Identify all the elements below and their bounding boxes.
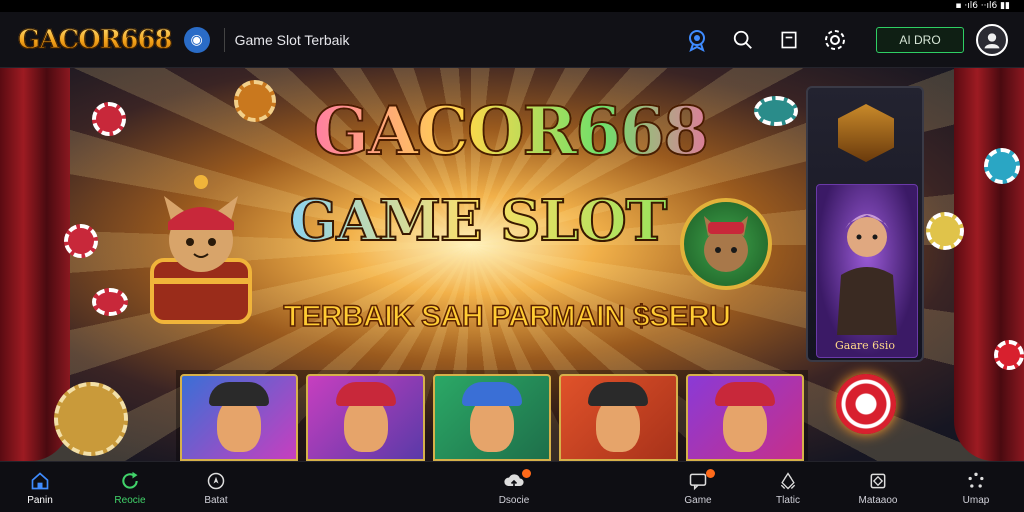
banner-title: GACOR668: [280, 88, 740, 174]
page-subtitle: Game Slot Terbaik: [234, 31, 350, 48]
notification-badge: [706, 469, 715, 478]
casino-chip-decoration: [984, 148, 1020, 184]
casino-chip-decoration: [92, 288, 128, 316]
bottom-navigation: Panin Reocie Batat Dsocie Game Tlatic Mataaoo U…: [0, 461, 1024, 512]
red-chip-icon: [836, 374, 896, 434]
login-button[interactable]: AI DRO: [876, 27, 964, 53]
featured-game-label: Gaare 6sio: [835, 339, 895, 352]
nav-item-mataaoo[interactable]: Mataaoo: [842, 462, 914, 512]
nav-item-reocie[interactable]: Reocie: [94, 462, 166, 512]
casino-chip-decoration: [754, 96, 798, 126]
game-thumbnail-card[interactable]: [559, 374, 678, 461]
nav-item-dsocie[interactable]: Dsocie: [478, 462, 550, 512]
game-thumbnail-card[interactable]: [432, 374, 552, 461]
banner-tagline: TERBAIK SAH PARMAIN $SERU: [283, 299, 732, 334]
featured-game-card[interactable]: Gaare 6sio: [806, 86, 924, 362]
nav-item-label: Tlatic: [776, 494, 800, 506]
nav-item-game[interactable]: Game: [662, 462, 734, 512]
nav-item-label: Game: [684, 494, 712, 506]
refresh-icon: [119, 470, 141, 492]
casino-chip-decoration: [64, 224, 98, 258]
game-thumbnail-card[interactable]: [180, 374, 299, 461]
character-hat: [335, 382, 396, 406]
system-status-bar: ▪ ·ıl6 ··ıl6 ▮▮: [0, 0, 1024, 12]
nav-item-label: Panin: [27, 494, 53, 506]
nav-item-label: Mataaoo: [858, 494, 898, 506]
shield-emblem-icon: [838, 104, 894, 162]
casino-chip-decoration: [926, 212, 964, 250]
game-thumbnail-card[interactable]: [306, 374, 425, 461]
bookmark-icon[interactable]: [771, 22, 807, 58]
nav-item-label: Umap: [962, 494, 990, 506]
casino-chip-decoration: [92, 102, 126, 136]
nav-item-umap[interactable]: Umap: [940, 462, 1012, 512]
casino-chip-decoration: [994, 340, 1024, 370]
globe-icon[interactable]: ◉: [183, 26, 210, 53]
search-icon[interactable]: [725, 22, 761, 58]
character-hat: [588, 382, 649, 406]
nav-item-label: Reocie: [114, 494, 146, 506]
cat-mascot-image: [140, 174, 262, 326]
warrior-character-image: [816, 184, 918, 358]
settings-icon[interactable]: [817, 22, 853, 58]
nav-item-batat[interactable]: Batat: [180, 462, 252, 512]
site-logo[interactable]: GACOR668: [18, 24, 174, 55]
recycle-icon: [777, 470, 799, 492]
header-divider: [223, 27, 225, 52]
hero-banner[interactable]: GACOR668 GAME SLOT TERBAIK SAH PARMAIN $…: [0, 68, 1024, 461]
character-hat: [209, 382, 270, 406]
notification-badge: [522, 469, 531, 478]
nav-item-label: Batat: [204, 494, 228, 506]
character-hat: [714, 382, 775, 406]
banner-subtitle: GAME SLOT: [268, 186, 688, 256]
header-actions: AI DRO: [674, 12, 1024, 68]
nav-item-tlatic[interactable]: Tlatic: [752, 462, 824, 512]
layers-icon: [867, 470, 889, 492]
award-icon[interactable]: [679, 22, 715, 58]
casino-chip-decoration: [234, 80, 276, 122]
game-thumbnails-row: [176, 370, 808, 461]
dots-circle-icon: [965, 470, 987, 492]
home-icon: [29, 470, 51, 492]
cat-emblem-image: [680, 198, 772, 290]
user-avatar[interactable]: [976, 24, 1008, 56]
compass-icon: [205, 470, 227, 492]
casino-chip-decoration: [54, 382, 128, 456]
header-bar: GACOR668 ◉ Game Slot Terbaik AI DRO: [0, 12, 1024, 68]
status-bar-text: ▪ ·ıl6 ··ıl6 ▮▮: [955, 1, 1010, 11]
nav-item-panin[interactable]: Panin: [4, 462, 76, 512]
nav-item-label: Dsocie: [498, 494, 530, 506]
character-hat: [462, 382, 523, 406]
game-thumbnail-card[interactable]: [685, 374, 805, 461]
curtain-right: [954, 68, 1024, 461]
